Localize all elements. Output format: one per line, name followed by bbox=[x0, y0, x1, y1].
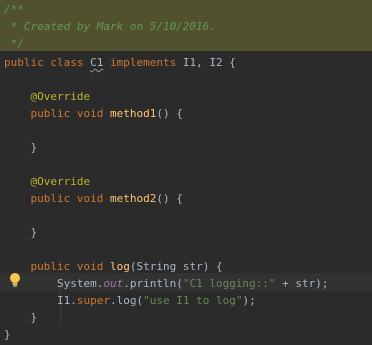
class-close-brace: } bbox=[4, 328, 11, 341]
log-method-name[interactable]: log bbox=[110, 260, 130, 273]
code-line-6: @Override bbox=[4, 88, 91, 105]
println-string: "C1 logging::" bbox=[182, 277, 276, 290]
println-args-end: + str); bbox=[275, 277, 329, 290]
override-annotation-1: @Override bbox=[30, 90, 91, 103]
println-call: .println( bbox=[123, 277, 183, 290]
code-line-11: @Override bbox=[4, 173, 91, 190]
log-close-brace: } bbox=[30, 311, 38, 324]
code-line-3: */ bbox=[4, 35, 24, 52]
method1-signature: () { bbox=[156, 107, 183, 120]
log-modifiers: public void bbox=[30, 260, 110, 273]
code-line-12: public void method2() { bbox=[4, 190, 183, 207]
super-log-string: "use I1 to log" bbox=[143, 294, 243, 307]
println-receiver: System. bbox=[56, 277, 104, 290]
code-line-7: public void method1() { bbox=[4, 105, 183, 122]
super-keyword: super bbox=[76, 294, 110, 307]
class-keyword: public class bbox=[4, 56, 91, 69]
class-name[interactable]: C1 bbox=[90, 56, 103, 69]
doc-comment-text: * Created by Mark on 5/10/2016. bbox=[4, 20, 216, 33]
code-line-20: } bbox=[4, 326, 11, 343]
code-line-19: } bbox=[4, 309, 38, 326]
override-annotation-2: @Override bbox=[30, 175, 91, 188]
method2-close-brace: } bbox=[30, 226, 38, 239]
code-line-4: public class C1 implements I1, I2 { bbox=[4, 54, 236, 71]
method2-modifiers: public void bbox=[30, 192, 110, 205]
lightbulb-icon[interactable] bbox=[8, 272, 22, 288]
code-line-17: System.out.println("C1 logging::" + str)… bbox=[4, 275, 329, 292]
code-line-14: } bbox=[4, 224, 38, 241]
code-line-1: /** bbox=[4, 1, 24, 18]
method2-signature: () { bbox=[156, 192, 183, 205]
code-line-2: * Created by Mark on 5/10/2016. bbox=[4, 18, 216, 35]
log-signature: (String str) { bbox=[129, 260, 223, 273]
method2-name[interactable]: method2 bbox=[110, 192, 156, 205]
out-field: out bbox=[103, 277, 124, 290]
code-line-16: public void log(String str) { bbox=[4, 258, 223, 275]
super-log-end: ); bbox=[242, 294, 256, 307]
method1-close-brace: } bbox=[30, 141, 38, 154]
interface-list: I1, I2 { bbox=[182, 56, 236, 69]
method1-modifiers: public void bbox=[30, 107, 110, 120]
method1-name[interactable]: method1 bbox=[110, 107, 156, 120]
super-receiver: I1. bbox=[56, 294, 77, 307]
doc-comment-close: */ bbox=[4, 37, 24, 50]
code-editor[interactable]: /** * Created by Mark on 5/10/2016. */ p… bbox=[0, 0, 372, 345]
implements-keyword: implements bbox=[103, 56, 183, 69]
super-log-call: .log( bbox=[109, 294, 144, 307]
code-line-9: } bbox=[4, 139, 38, 156]
doc-comment-open: /** bbox=[4, 3, 24, 16]
code-line-18: I1.super.log("use I1 to log"); bbox=[4, 292, 256, 309]
